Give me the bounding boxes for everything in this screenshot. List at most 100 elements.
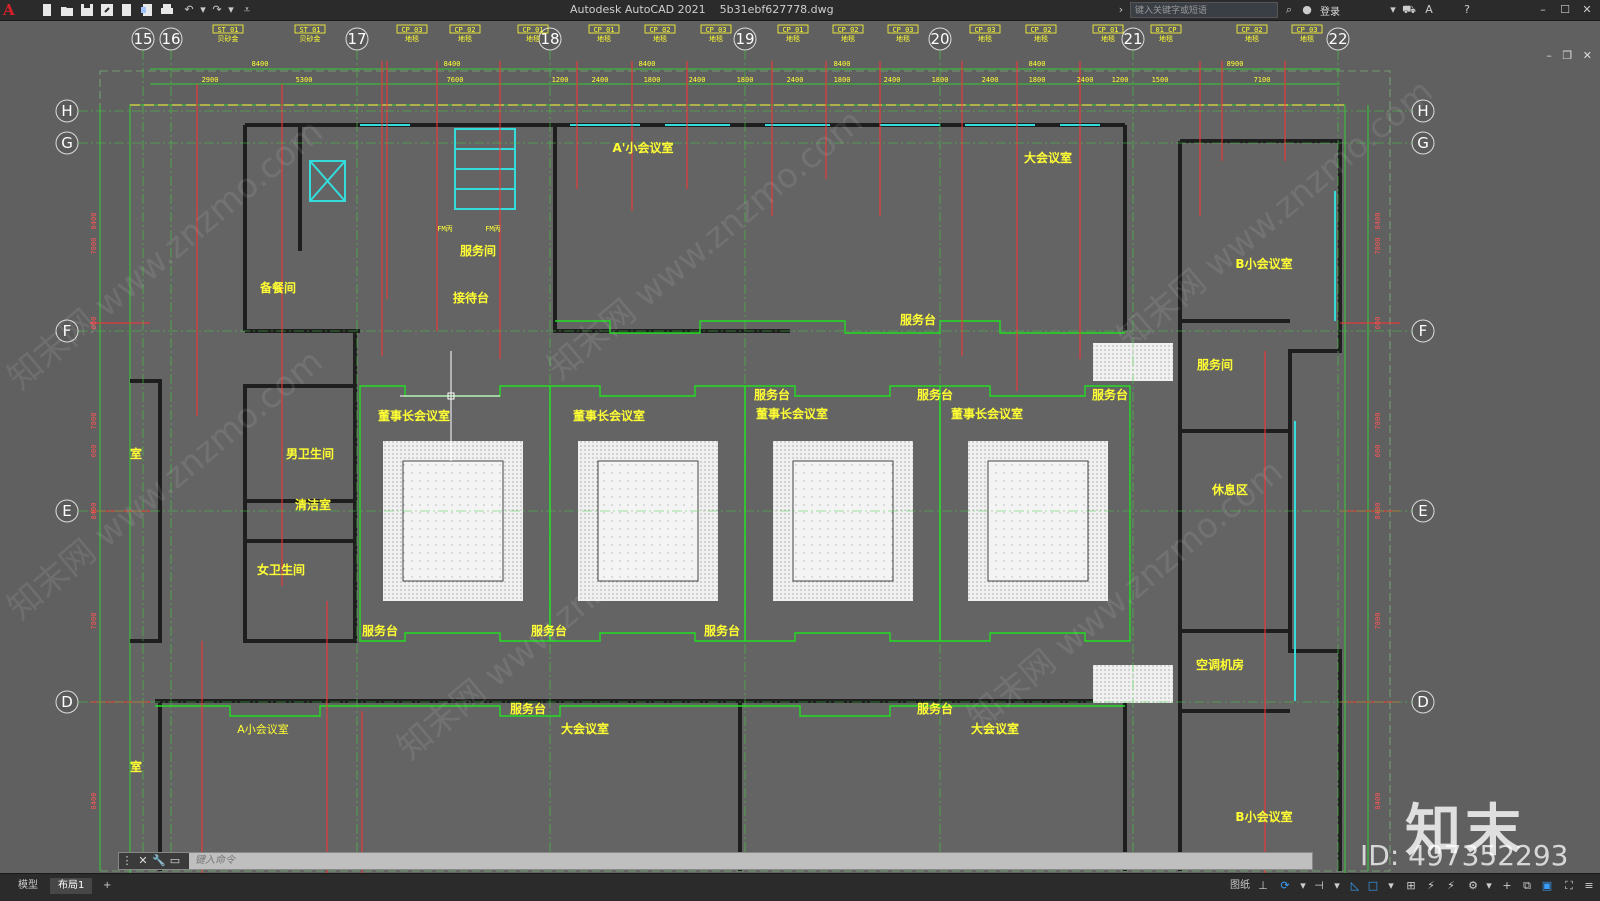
material-tag-sub: 贝砂金 [218,34,239,43]
material-tag-sub: 地毯 [1245,34,1259,43]
redo-dropdown-icon[interactable]: ▾ [224,3,238,17]
material-tag: CP 03地毯 [887,24,919,43]
cmd-grip-icon[interactable]: ⋮ [119,853,135,869]
dimension-sub: 1800 [834,76,851,84]
material-tag: CP 03地毯 [396,24,428,43]
new-icon[interactable] [40,3,54,17]
dimension-top: 8400 [252,60,269,68]
settings-dropdown-icon[interactable]: ▾ [1482,879,1496,893]
search-input[interactable]: 键入关键字或短语 [1130,2,1278,18]
search-expand-icon[interactable]: › [1114,3,1128,17]
add-layout-icon[interactable]: + [95,878,119,894]
otrack-icon[interactable]: □ [1366,879,1380,893]
dimension-sub: 7100 [1254,76,1271,84]
command-input[interactable]: 键入命令 [195,853,235,869]
save-icon[interactable] [80,3,94,17]
material-tag-sub: 地毯 [1159,34,1173,43]
annotation-scale-icon[interactable]: ⚡ [1444,879,1458,893]
dimension-sub: 1800 [644,76,661,84]
osnap-icon[interactable]: ◺ [1348,879,1362,893]
material-tag: CP 03地毯 [1291,24,1323,43]
app-name: Autodesk AutoCAD 2021 [570,3,706,16]
dimension-sub: 5300 [296,76,313,84]
grid-bubble-col-17: 17 [345,27,369,51]
settings-icon[interactable]: ⚙ [1466,879,1480,893]
viewport-close-icon[interactable]: ✕ [1583,49,1592,62]
isolate-icon[interactable]: ⧉ [1520,879,1534,893]
floor-plan[interactable]: 8400 84007800 7800600 6007800 7800600 6008400… [0,21,1600,873]
material-tag-code: CP 01 [782,26,803,34]
otrack-dropdown-icon[interactable]: ▾ [1384,879,1398,893]
door-tag-fm2: FM丙 [485,225,500,233]
material-tag-sub: 地毯 [709,34,723,43]
grid-bubble-col-15: 15 [131,27,155,51]
material-tag: CP 02地毯 [1025,24,1057,43]
grid-label-col: 17 [347,30,366,48]
dimension-sub: 2400 [884,76,901,84]
cart-icon[interactable]: ⛟ [1402,3,1416,17]
grid-bubble-row-D-left: D [55,690,79,714]
material-tag-sub: 地毯 [1034,34,1048,43]
snap-icon[interactable]: ⟳ [1278,879,1292,893]
room-label-a-small-meeting: A'小会议室 [613,140,674,155]
grid-label-row: F [1419,322,1428,340]
room-label-long-table-3: 董事长会议室 [756,406,828,421]
material-tag-sub: 地毯 [526,34,540,43]
publish-icon[interactable] [140,3,154,17]
tab-model[interactable]: 模型 [10,878,46,894]
dimension-sub: 2400 [689,76,706,84]
redo-icon[interactable]: ↷ [210,3,224,17]
room-label-service-desk-2: 服务台 [917,387,953,402]
drawing-canvas[interactable]: 8400 8400 7800 7800 600 600 7800 7800 600 600 8400… [0,21,1600,873]
print-icon[interactable] [160,3,174,17]
window-title: Autodesk AutoCAD 2021 5b31ebf627778.dwg [570,3,834,16]
plot-icon[interactable] [120,3,134,17]
viewport-minimize-icon[interactable]: – [1546,49,1552,62]
plus-icon[interactable]: + [1500,879,1514,893]
ortho-icon[interactable]: ⊣ [1312,879,1326,893]
command-line[interactable]: ⋮ ✕ 🔧 ▭ 键入命令 [118,852,1313,870]
cmd-settings-icon[interactable]: 🔧 [151,853,167,869]
dimension-sub: 2400 [592,76,609,84]
minimize-icon[interactable]: – [1536,3,1550,17]
viewport-restore-icon[interactable]: ❐ [1562,49,1572,62]
grid-icon[interactable]: ⊥ [1256,879,1270,893]
dimension-side: 8400 [1374,213,1382,230]
tab-layout1[interactable]: 布局1 [50,878,93,894]
dimension-sub: 2900 [202,76,219,84]
grid-label-row: E [1418,502,1427,520]
cmd-recent-icon[interactable]: ▭ [167,853,183,869]
login-link[interactable]: 登录 [1320,3,1340,18]
saveas-icon[interactable] [100,3,114,17]
hardware-accel-icon[interactable]: ▣ [1540,879,1554,893]
help-icon[interactable]: ? [1460,3,1474,17]
room-label-desk-bot-3: 服务台 [704,623,740,638]
maximize-icon[interactable]: ☐ [1558,3,1572,17]
autodesk-app-icon[interactable]: A [1422,3,1436,17]
cmd-close-icon[interactable]: ✕ [135,853,151,869]
search-icon[interactable]: ⌕ [1282,3,1296,17]
paper-space-toggle[interactable]: 图纸 [1222,878,1258,894]
customize-status-icon[interactable]: ≡ [1582,879,1596,893]
user-icon[interactable]: ● [1300,3,1314,17]
fullscreen-icon[interactable]: ⛶ [1562,879,1576,893]
open-icon[interactable] [60,3,74,17]
customize-icon[interactable]: ⩡ [240,3,254,17]
login-dropdown-icon[interactable]: ▾ [1386,3,1400,17]
annotation-visibility-icon[interactable]: ⚡ [1424,879,1438,893]
grid-bubble-col-21: 21 [1121,27,1145,51]
close-icon[interactable]: ✕ [1580,3,1594,17]
grid-bubble-row-H-left: H [55,99,79,123]
room-label-long-table-4: 董事长会议室 [951,406,1023,421]
autocad-logo-icon[interactable]: A [3,1,21,19]
material-tag-code: 01 CP [1155,26,1176,34]
lineweight-icon[interactable]: ⊞ [1404,879,1418,893]
undo-icon[interactable]: ↶ [182,3,196,17]
undo-dropdown-icon[interactable]: ▾ [196,3,210,17]
polar-dropdown-icon[interactable]: ▾ [1330,879,1344,893]
grid-label-row: G [1417,134,1429,152]
status-bar: 模型 布局1 + 图纸 ⊥ ⟳ ▾ ⊣ ▾ ◺ □ ▾ ⊞ ⚡ ⚡ ⚙ ▾ + … [0,873,1600,901]
snap-dropdown-icon[interactable]: ▾ [1296,879,1310,893]
room-label-big-meeting-top: 大会议室 [1024,150,1072,165]
dimension-side: 600 [90,445,98,458]
